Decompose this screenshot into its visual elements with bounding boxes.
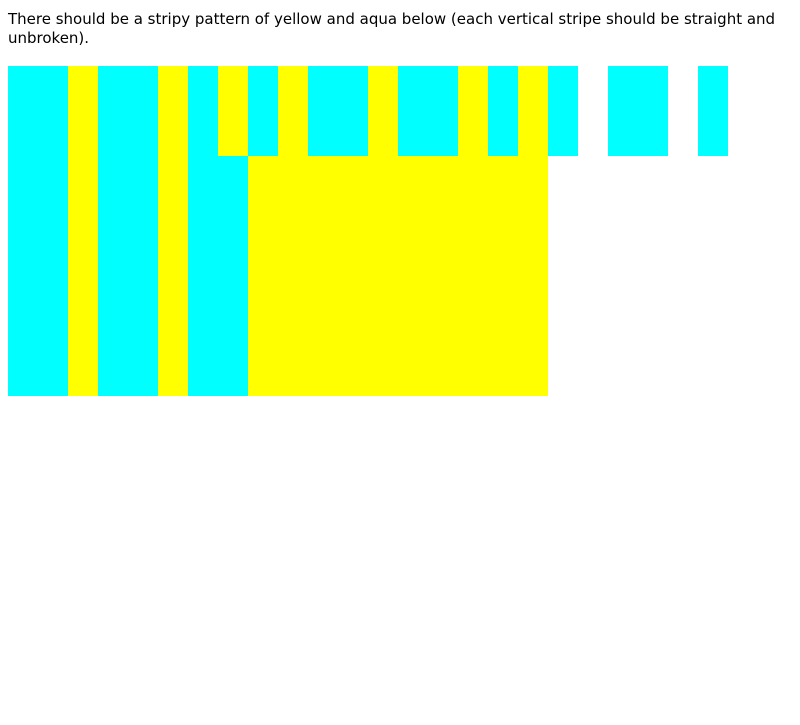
stripe-block [188,66,218,156]
stripe-block [278,66,308,156]
stripe-block [218,66,248,156]
stripe-block [98,156,158,396]
stripe-block [248,156,548,396]
stripe-block [518,66,548,156]
stripe-block [68,66,98,156]
stripe-block [8,66,68,156]
stripe-block [158,66,188,156]
stripe-block [188,156,248,396]
stripe-block [368,66,398,156]
stripe-block [98,66,158,156]
stripe-block [488,66,518,156]
stripe-block [158,156,188,396]
stripe-block [68,156,98,396]
stripe-pattern [0,0,800,725]
stripe-block [608,66,668,156]
stripe-block [8,156,68,396]
stripe-block [548,66,578,156]
stripe-block [308,66,368,156]
stripe-block [398,66,458,156]
stripe-block [248,66,278,156]
stripe-block [698,66,728,156]
stripe-block [458,66,488,156]
